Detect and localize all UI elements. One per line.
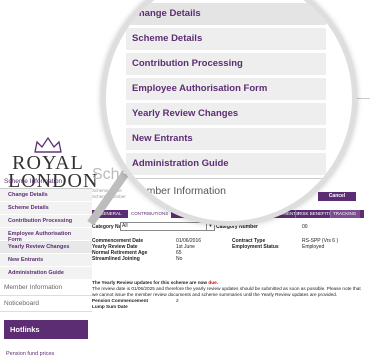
pension-commencement-value: 2	[176, 298, 179, 303]
category-name-select[interactable]: All ▾	[120, 222, 215, 231]
sidebar-member-information[interactable]: Member Information	[0, 280, 92, 296]
sidebar-item-employee-authorisation[interactable]: Employee Authorisation Form	[0, 228, 92, 243]
tab-risk-benefits[interactable]: RISK BENEFITS	[295, 210, 332, 218]
pension-commencement-label: Pension Commencement	[92, 298, 149, 303]
sidebar-noticeboard[interactable]: Noticeboard	[0, 296, 92, 312]
tab-tracking[interactable]: TRACKING	[330, 210, 361, 218]
mag-item-new-entrants[interactable]: New Entrants	[126, 128, 326, 153]
streamlined-label: Streamlined Joining	[92, 256, 140, 262]
category-number-value: 00	[302, 224, 308, 230]
mag-item-yearly-review-changes[interactable]: Yearly Review Changes	[126, 103, 326, 128]
magnified-menu: Change Details Scheme Details Contributi…	[126, 3, 326, 203]
employment-status-value: Employed	[302, 244, 325, 250]
magnifier-lens: Change Details Scheme Details Contributi…	[101, 0, 357, 226]
sidebar-item-change-details[interactable]: Change Details	[0, 189, 92, 202]
yearly-review-notice: The Yearly Review updates for this schem…	[92, 280, 364, 310]
sidebar-item-new-entrants[interactable]: New Entrants	[0, 254, 92, 267]
sidebar-section-scheme-information[interactable]: Scheme Information	[0, 176, 92, 189]
sidebar-item-contribution-processing[interactable]: Contribution Processing	[0, 215, 92, 228]
mag-item-contribution-processing[interactable]: Contribution Processing	[126, 53, 326, 78]
mag-item-scheme-details[interactable]: Scheme Details	[126, 28, 326, 53]
mag-item-employee-authorisation[interactable]: Employee Authorisation Form	[126, 78, 326, 103]
sidebar: Scheme Information Change Details Scheme…	[0, 176, 92, 357]
category-name-value: All	[122, 223, 128, 229]
mag-item-administration-guide[interactable]: Administration Guide	[126, 153, 326, 178]
sidebar-item-scheme-details[interactable]: Scheme Details	[0, 202, 92, 215]
lump-sum-label: Lump Sum Date	[92, 304, 128, 309]
tab-contributions[interactable]: CONTRIBUTIONS	[128, 210, 172, 218]
mag-item-change-details[interactable]: Change Details	[126, 3, 326, 28]
page: ROYAL LONDON Scheme Information Change D…	[0, 0, 370, 357]
streamlined-value: No	[176, 256, 183, 262]
notice-body: The review date is 01/06/2025 and theref…	[92, 286, 361, 297]
sidebar-item-administration-guide[interactable]: Administration Guide	[0, 267, 92, 280]
mag-member-information[interactable]: Member Information	[126, 178, 326, 203]
notice-due-text: due.	[208, 280, 219, 285]
hotlinks-header: Hotlinks	[4, 320, 88, 339]
pension-commencement-row: Pension Commencement 2	[92, 298, 364, 304]
notice-heading-text: The Yearly Review updates for this schem…	[92, 280, 208, 285]
employment-status-label: Employment Status	[232, 244, 279, 250]
